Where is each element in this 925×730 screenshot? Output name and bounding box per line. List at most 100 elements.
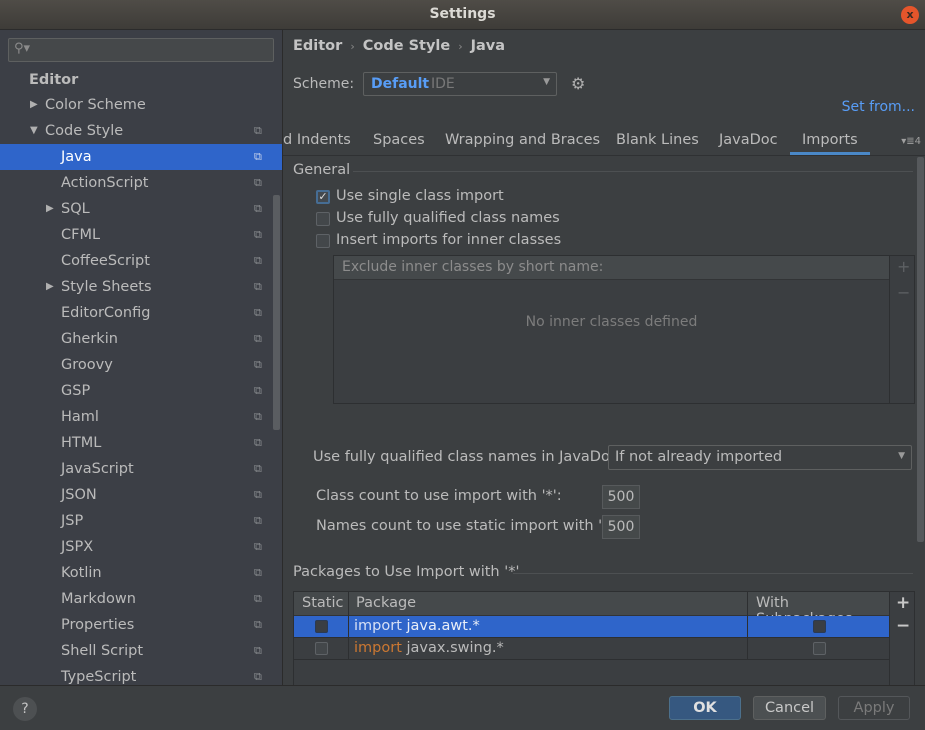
add-icon[interactable]: + [896,593,910,613]
tab-tabs-and-indents[interactable]: d Indents [283,132,351,148]
help-button[interactable]: ? [13,697,37,721]
chevron-down-icon: ▼ [898,451,905,461]
packages-table: Static Package With Subpackages import j… [293,591,915,685]
checkbox-unchecked[interactable] [316,234,330,248]
sidebar-item-actionscript[interactable]: ActionScript ⧉ [0,170,282,196]
tab-javadoc[interactable]: JavaDoc [719,132,778,148]
column-header-static[interactable]: Static [302,595,343,611]
sidebar-item-label: HTML [61,435,102,451]
tab-wrapping-and-braces[interactable]: Wrapping and Braces [445,132,600,148]
tab-blank-lines[interactable]: Blank Lines [616,132,699,148]
chevron-down-icon: ▼ [543,77,550,87]
remove-icon[interactable]: − [896,616,910,636]
project-scope-icon: ⧉ [254,254,262,267]
content-scrollbar[interactable] [915,157,925,557]
sidebar-item-shell-script[interactable]: Shell Script ⧉ [0,638,282,664]
sidebar-item-color-scheme[interactable]: ▶ Color Scheme [0,92,282,118]
sidebar-item-code-style[interactable]: ▼ Code Style ⧉ [0,118,282,144]
with-subpackages-checkbox[interactable] [813,642,826,655]
checkbox-label: Use fully qualified class names [336,210,560,226]
cancel-button[interactable]: Cancel [753,696,826,720]
tree-section-label: Editor [29,72,79,88]
set-from-link[interactable]: Set from... [842,99,915,115]
package-cell: import java.awt.* [354,618,480,634]
sidebar-item-properties[interactable]: Properties ⧉ [0,612,282,638]
table-row[interactable]: import javax.swing.* [294,638,889,660]
table-row[interactable]: import java.awt.* [294,616,889,638]
sidebar-item-coffeescript[interactable]: CoffeeScript ⧉ [0,248,282,274]
tree-section-editor[interactable]: Editor [0,68,282,92]
project-scope-icon: ⧉ [254,644,262,657]
sidebar-item-label: JavaScript [61,461,134,477]
breadcrumb-item[interactable]: Code Style [363,38,451,54]
sidebar-item-label: Haml [61,409,99,425]
static-checkbox[interactable] [315,620,328,633]
sidebar-item-jspx[interactable]: JSPX ⧉ [0,534,282,560]
sidebar-item-gsp[interactable]: GSP ⧉ [0,378,282,404]
project-scope-icon: ⧉ [254,488,262,501]
title-bar: Settings x [0,0,925,30]
javadoc-fq-dropdown[interactable]: If not already imported ▼ [608,445,912,470]
sidebar-item-label: EditorConfig [61,305,151,321]
tab-imports[interactable]: Imports [802,132,858,148]
sidebar-item-java[interactable]: Java ⧉ [0,144,282,170]
checkbox-checked[interactable]: ✓ [316,190,330,204]
remove-icon[interactable]: − [897,283,910,302]
sidebar-item-cfml[interactable]: CFML ⧉ [0,222,282,248]
collapsed-arrow-icon[interactable]: ▶ [30,92,38,118]
sidebar-item-haml[interactable]: Haml ⧉ [0,404,282,430]
overflow-menu-icon: ▾≣ [901,136,915,147]
with-subpackages-checkbox[interactable] [813,620,826,633]
sidebar-item-kotlin[interactable]: Kotlin ⧉ [0,560,282,586]
empty-table-message: No inner classes defined [525,314,698,330]
gear-icon[interactable]: ⚙ [571,74,585,93]
close-icon[interactable]: x [901,6,919,24]
sidebar-item-json[interactable]: JSON ⧉ [0,482,282,508]
project-scope-icon: ⧉ [254,436,262,449]
project-scope-icon: ⧉ [254,566,262,579]
scheme-dropdown[interactable]: Default IDE ▼ [363,72,557,96]
ok-button[interactable]: OK [669,696,741,720]
names-count-input[interactable]: 500 [602,515,640,539]
window-title: Settings [429,6,496,22]
collapsed-arrow-icon[interactable]: ▶ [46,196,54,222]
sidebar-item-javascript[interactable]: JavaScript ⧉ [0,456,282,482]
sidebar-item-style-sheets[interactable]: ▶ Style Sheets ⧉ [0,274,282,300]
imports-content: General ✓ Use single class import Use fu… [283,157,915,685]
column-header-package[interactable]: Package [356,595,416,611]
import-keyword: import [354,640,402,656]
sidebar-scrollbar[interactable] [273,195,280,430]
project-scope-icon: ⧉ [254,592,262,605]
project-scope-icon: ⧉ [254,280,262,293]
checkbox-unchecked[interactable] [316,212,330,226]
sidebar-item-label: CoffeeScript [61,253,150,269]
packages-group-title: Packages to Use Import with '*' [293,564,520,580]
sidebar-item-markdown[interactable]: Markdown ⧉ [0,586,282,612]
static-checkbox[interactable] [315,642,328,655]
scrollbar-thumb[interactable] [917,157,924,542]
tab-spaces[interactable]: Spaces [373,132,425,148]
add-icon[interactable]: + [897,257,910,276]
more-tabs-button[interactable]: ▾≣4 [901,136,921,147]
sidebar-item-sql[interactable]: ▶ SQL ⧉ [0,196,282,222]
collapsed-arrow-icon[interactable]: ▶ [46,274,54,300]
sidebar-item-label: Shell Script [61,643,144,659]
sidebar-item-label: Gherkin [61,331,118,347]
table-header: Exclude inner classes by short name: [334,256,889,280]
sidebar-item-label: JSP [61,513,84,529]
breadcrumb-item: Java [470,38,506,54]
expanded-arrow-icon[interactable]: ▼ [30,118,38,144]
sidebar-item-jsp[interactable]: JSP ⧉ [0,508,282,534]
sidebar-item-typescript[interactable]: TypeScript ⧉ [0,664,282,685]
sidebar-item-gherkin[interactable]: Gherkin ⧉ [0,326,282,352]
sidebar-item-groovy[interactable]: Groovy ⧉ [0,352,282,378]
search-icon: ⚲▾ [14,41,31,56]
apply-button[interactable]: Apply [838,696,910,720]
class-count-label: Class count to use import with '*': [316,488,562,504]
breadcrumb-item[interactable]: Editor [293,38,342,54]
settings-search-input[interactable]: ⚲▾ [8,38,274,62]
sidebar-item-label: Markdown [61,591,136,607]
sidebar-item-html[interactable]: HTML ⧉ [0,430,282,456]
class-count-input[interactable]: 500 [602,485,640,509]
sidebar-item-editorconfig[interactable]: EditorConfig ⧉ [0,300,282,326]
